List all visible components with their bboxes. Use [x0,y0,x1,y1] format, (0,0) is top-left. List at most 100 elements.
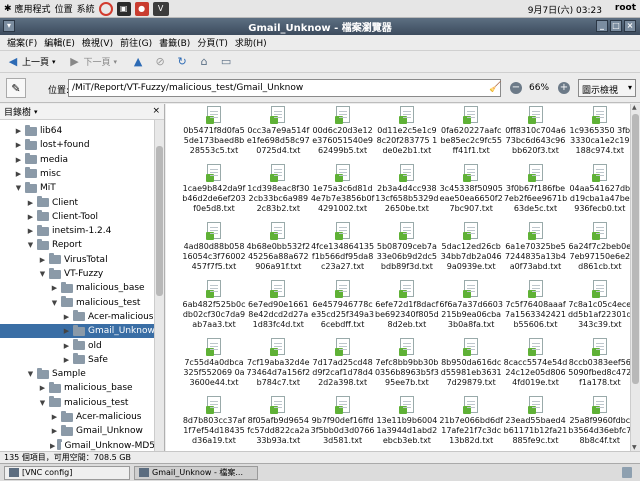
file-item[interactable]: 1cae9b842da9fb46d2de6ef203f0e5d8.txt [182,164,246,214]
file-item[interactable]: 4ad80d88b05816054c3f76002457f7f5.txt [182,222,246,272]
menu-view[interactable]: 檢視(V) [82,36,113,49]
file-item[interactable]: 1cd398eac8f302cb33bc6a9892c83b2.txt [246,164,310,214]
file-item[interactable]: 0ff8310c704a673bc6d643c96bb620f3.txt [504,106,568,156]
menu-system[interactable]: 系統 [77,2,95,15]
file-item[interactable]: 1e75a3c6d81d4e7b7e3856b0f4291002.txt [311,164,375,214]
sidebar-scrollbar[interactable] [154,120,164,451]
file-item[interactable]: 1c9365350 3fb3330ca1e2c19188c974.txt [568,106,632,156]
menu-applications[interactable]: ✱ 應用程式 [4,2,51,16]
collapsed-arrow-icon[interactable]: ▶ [14,156,23,164]
forward-button[interactable]: ▶ 下一頁 ▾ [68,55,117,69]
expanded-arrow-icon[interactable]: ▼ [26,370,35,378]
menu-file[interactable]: 檔案(F) [7,36,37,49]
file-item[interactable]: 6efe72d1f8dacfbe692340f805d8d2eb.txt [375,280,439,330]
file-item[interactable]: 8b950da616dcd55981eb36317d29879.txt [439,338,503,388]
collapsed-arrow-icon[interactable]: ▶ [62,356,71,364]
file-item[interactable]: 4fce134864135f1b566df95da8c23a27.txt [311,222,375,272]
back-button[interactable]: ◀ 上一頁 ▾ [6,55,56,69]
sidebar-header[interactable]: 目錄樹 ▾ × [0,104,164,120]
tree-item[interactable]: ▼ malicious_test [38,396,155,410]
file-item[interactable]: 8cacc5574e54d24c12e05d8064fd019e.txt [504,338,568,388]
clear-location-icon[interactable]: 🧹 [489,82,501,93]
expanded-arrow-icon[interactable]: ▼ [38,399,47,407]
file-item[interactable]: 3f0b67f186fbe7eb2f6ee9671b63de5c.txt [504,164,568,214]
tree-item[interactable]: ▶ Client [26,196,155,210]
zoom-out-icon[interactable]: − [510,82,522,94]
file-item[interactable]: 23ead55baed4b61171b12fa21885fe9c.txt [504,396,568,446]
file-item[interactable]: 6e457946778ce35cd25f349a36cebdff.txt [311,280,375,330]
file-item[interactable]: 8d7b803cc37af1f7ef54d18435d36a19.txt [182,396,246,446]
tree-item[interactable]: ▶ Gmail_Unknow-MD5 [50,439,155,451]
tree-item[interactable]: ▶ old [62,339,155,353]
task-file-browser[interactable]: Gmail_Unknow - 檔案... [134,465,258,480]
main-scrollbar[interactable]: ▲ ▼ [630,104,640,451]
expanded-arrow-icon[interactable]: ▼ [14,184,23,192]
file-item[interactable]: 6e7ed90e16618e42dcd2d27a1d83fc4d.txt [246,280,310,330]
tree-item[interactable]: ▶ lost+found [14,138,155,152]
file-item[interactable]: 7c5f76408aaaf7a1563342421b55606.txt [504,280,568,330]
collapsed-arrow-icon[interactable]: ▶ [50,442,55,450]
collapsed-arrow-icon[interactable]: ▶ [62,327,71,335]
terminal-icon[interactable]: ▣ [116,1,131,16]
file-item[interactable]: 5b08709ceb7a33e06b9d2dc5bdb89f3d.txt [375,222,439,272]
tree-item[interactable]: ▶ lib64 [14,124,155,138]
tree-item[interactable]: ▶ inetsim-1.2.4 [26,224,155,238]
home-button[interactable]: ⌂ [197,55,213,69]
zoom-level[interactable]: 66% [529,83,549,93]
file-item[interactable]: 0d11e2c5e1c98c20f283775 1de0e2b1.txt [375,106,439,156]
expanded-arrow-icon[interactable]: ▼ [26,241,35,249]
collapsed-arrow-icon[interactable]: ▶ [14,141,23,149]
close-icon[interactable]: × [624,20,636,32]
scroll-up-icon[interactable]: ▲ [632,104,637,111]
collapsed-arrow-icon[interactable]: ▶ [62,342,71,350]
tree-item[interactable]: ▶ malicious_base [38,381,155,395]
file-item[interactable]: 13e11b9b60041a3944d1abd2ebcb3eb.txt [375,396,439,446]
file-item[interactable]: 3c45338f50905eae50ea6650f27bc907.txt [439,164,503,214]
collapsed-arrow-icon[interactable]: ▶ [50,427,59,435]
view-mode-select[interactable]: 圖示檢視 ▾ [578,79,636,97]
tree-item[interactable]: ▶ Gmail_Unknow [50,424,155,438]
file-item[interactable]: 6a1e70325be57244835a13b4a0f73abd.txt [504,222,568,272]
tree-item[interactable]: ▶ VirusTotal [38,253,155,267]
tree-item[interactable]: ▼ MiT [14,181,155,195]
stop-button[interactable]: ⊘ [153,55,169,69]
tree-item[interactable]: ▼ Report [26,238,155,252]
file-item[interactable]: 0cc3a7e9a514fe1fe698d58c970725d4.txt [246,106,310,156]
tree-item[interactable]: ▶ Client-Tool [26,210,155,224]
window-menu-icon[interactable]: ▾ [3,20,15,32]
menu-edit[interactable]: 編輯(E) [44,36,75,49]
file-item[interactable]: 9b7f90def16ffd3f5bb0d3d07663d581.txt [311,396,375,446]
collapsed-arrow-icon[interactable]: ▶ [38,256,47,264]
menu-bookmarks[interactable]: 書籤(B) [159,36,190,49]
tree-item[interactable]: ▶ Gmail_Unknow [0,324,155,339]
scroll-down-icon[interactable]: ▼ [632,444,637,451]
file-item[interactable]: 7d17ad25cd48d9f2caf1d78d42d2a398.txt [311,338,375,388]
collapsed-arrow-icon[interactable]: ▶ [62,313,71,321]
user-menu[interactable]: root [615,3,636,13]
file-item[interactable]: 6f6a7a37d6603215b9ea06cba3b0a8fa.txt [439,280,503,330]
minimize-icon[interactable]: _ [596,20,608,32]
file-item[interactable]: 7efc8bb9bb30b0356b8963b5f395ee7b.txt [375,338,439,388]
tree-item[interactable]: ▶ Acer-malicious [50,410,155,424]
zoom-in-icon[interactable]: + [558,82,570,94]
tree-item[interactable]: ▶ malicious_base [50,281,155,295]
vnc-icon[interactable]: V [152,1,169,16]
sidebar-scroll-thumb[interactable] [156,146,163,296]
file-item[interactable]: 0b5471f8d0fa55de173baed8b28553c5.txt [182,106,246,156]
up-button[interactable]: ▲ [131,55,147,69]
file-item[interactable]: 25a8f9960fdbcb3564d36ebfc78b8c4f.txt [568,396,632,446]
window-titlebar[interactable]: ▾ Gmail_Unknow - 檔案瀏覽器 _ □ × [0,18,640,35]
file-item[interactable]: 21b7e066bd6df17afe21f7c3dc13b82d.txt [439,396,503,446]
tree-item[interactable]: ▶ Safe [62,353,155,367]
file-item[interactable]: 6ab482f525b0cdb02cf30c7da9ab7aa3.txt [182,280,246,330]
collapsed-arrow-icon[interactable]: ▶ [26,227,35,235]
tree-item[interactable]: ▼ VT-Fuzzy [38,267,155,281]
computer-button[interactable]: ▭ [219,55,235,69]
menu-help[interactable]: 求助(H) [235,36,267,49]
burp-icon[interactable]: ● [134,1,149,16]
tree-item[interactable]: ▶ media [14,153,155,167]
file-item[interactable]: 0fa620227aafcbe85ec2c9fc55ff41f1.txt [439,106,503,156]
reload-button[interactable]: ↻ [175,55,191,69]
collapsed-arrow-icon[interactable]: ▶ [26,199,35,207]
trash-icon[interactable] [622,467,632,478]
